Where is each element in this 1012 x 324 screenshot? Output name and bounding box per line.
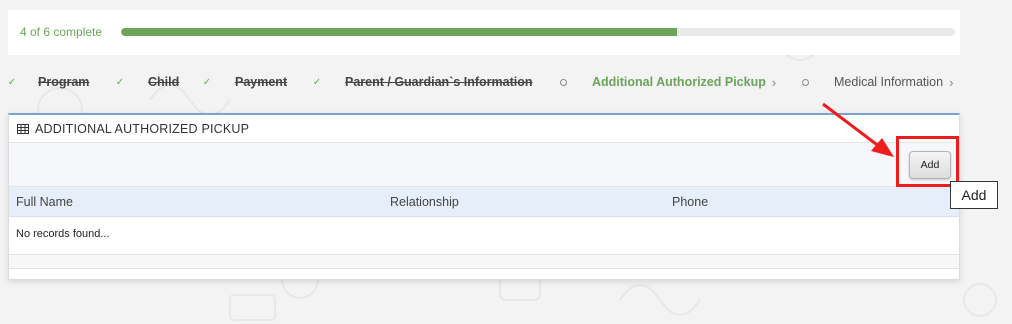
additional-pickup-panel: ADDITIONAL AUTHORIZED PICKUP Add Full Na…	[8, 113, 960, 280]
chevron-right-icon: ›	[949, 74, 954, 90]
check-icon: ✓	[202, 76, 212, 88]
step-additional-authorized-pickup[interactable]: Additional Authorized Pickup ›	[560, 72, 776, 92]
step-label: Medical Information	[834, 75, 944, 89]
table-grid-icon	[17, 123, 29, 134]
column-header-phone[interactable]: Phone	[672, 195, 708, 209]
progress-label: 4 of 6 complete	[20, 25, 103, 39]
step-label: Child	[148, 75, 180, 89]
column-header-relationship[interactable]: Relationship	[390, 195, 459, 209]
circle-icon	[560, 78, 567, 86]
table-body: No records found...	[9, 217, 959, 255]
progress-bar-fill	[121, 28, 678, 36]
panel-title: ADDITIONAL AUTHORIZED PICKUP	[35, 121, 250, 136]
step-label: Additional Authorized Pickup	[592, 75, 766, 89]
circle-icon	[802, 78, 809, 86]
check-icon: ✓	[7, 76, 17, 88]
empty-message: No records found...	[16, 228, 110, 240]
step-child[interactable]: ✓ Child	[114, 72, 179, 92]
step-parent-guardian-information[interactable]: ✓ Parent / Guardian`s Information	[311, 72, 533, 92]
step-label: Program	[38, 75, 90, 89]
check-icon: ✓	[115, 76, 125, 88]
step-payment[interactable]: ✓ Payment	[201, 72, 287, 92]
table-footer	[9, 255, 959, 269]
check-icon: ✓	[312, 76, 322, 88]
progress-card: 4 of 6 complete	[8, 10, 960, 55]
table-header: Full Name Relationship Phone	[9, 187, 959, 217]
panel-header: ADDITIONAL AUTHORIZED PICKUP	[9, 115, 959, 143]
add-tooltip: Add	[950, 181, 998, 209]
step-label: Payment	[235, 75, 288, 89]
step-program[interactable]: ✓ Program	[6, 72, 90, 92]
step-label: Parent / Guardian`s Information	[345, 75, 533, 89]
chevron-right-icon: ›	[771, 74, 777, 90]
highlight-box	[896, 136, 959, 187]
step-navigation: ✓ Program ✓ Child ✓ Payment ✓ Parent / G…	[0, 72, 1012, 92]
panel-toolbar: Add	[9, 143, 959, 187]
progress-bar	[121, 28, 955, 36]
step-medical-information[interactable]: Medical Information ›	[802, 72, 953, 92]
column-header-full-name[interactable]: Full Name	[16, 195, 73, 209]
